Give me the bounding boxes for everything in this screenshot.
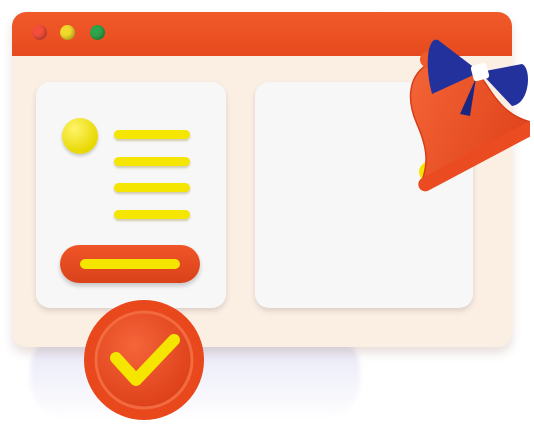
illustration-scene	[0, 0, 534, 427]
checkmark-badge-icon	[84, 300, 204, 420]
bell-with-bow-icon	[409, 39, 530, 192]
action-button-label-bar	[80, 259, 180, 269]
maximize-dot-icon[interactable]	[90, 25, 105, 40]
action-button[interactable]	[60, 245, 200, 283]
profile-card	[36, 82, 226, 308]
close-dot-icon[interactable]	[32, 25, 47, 40]
text-line-1	[114, 130, 190, 139]
minimize-dot-icon[interactable]	[60, 25, 75, 40]
text-line-2	[114, 157, 190, 166]
text-line-3	[114, 183, 190, 192]
avatar-circle-icon	[62, 118, 98, 154]
text-line-4	[114, 210, 190, 219]
